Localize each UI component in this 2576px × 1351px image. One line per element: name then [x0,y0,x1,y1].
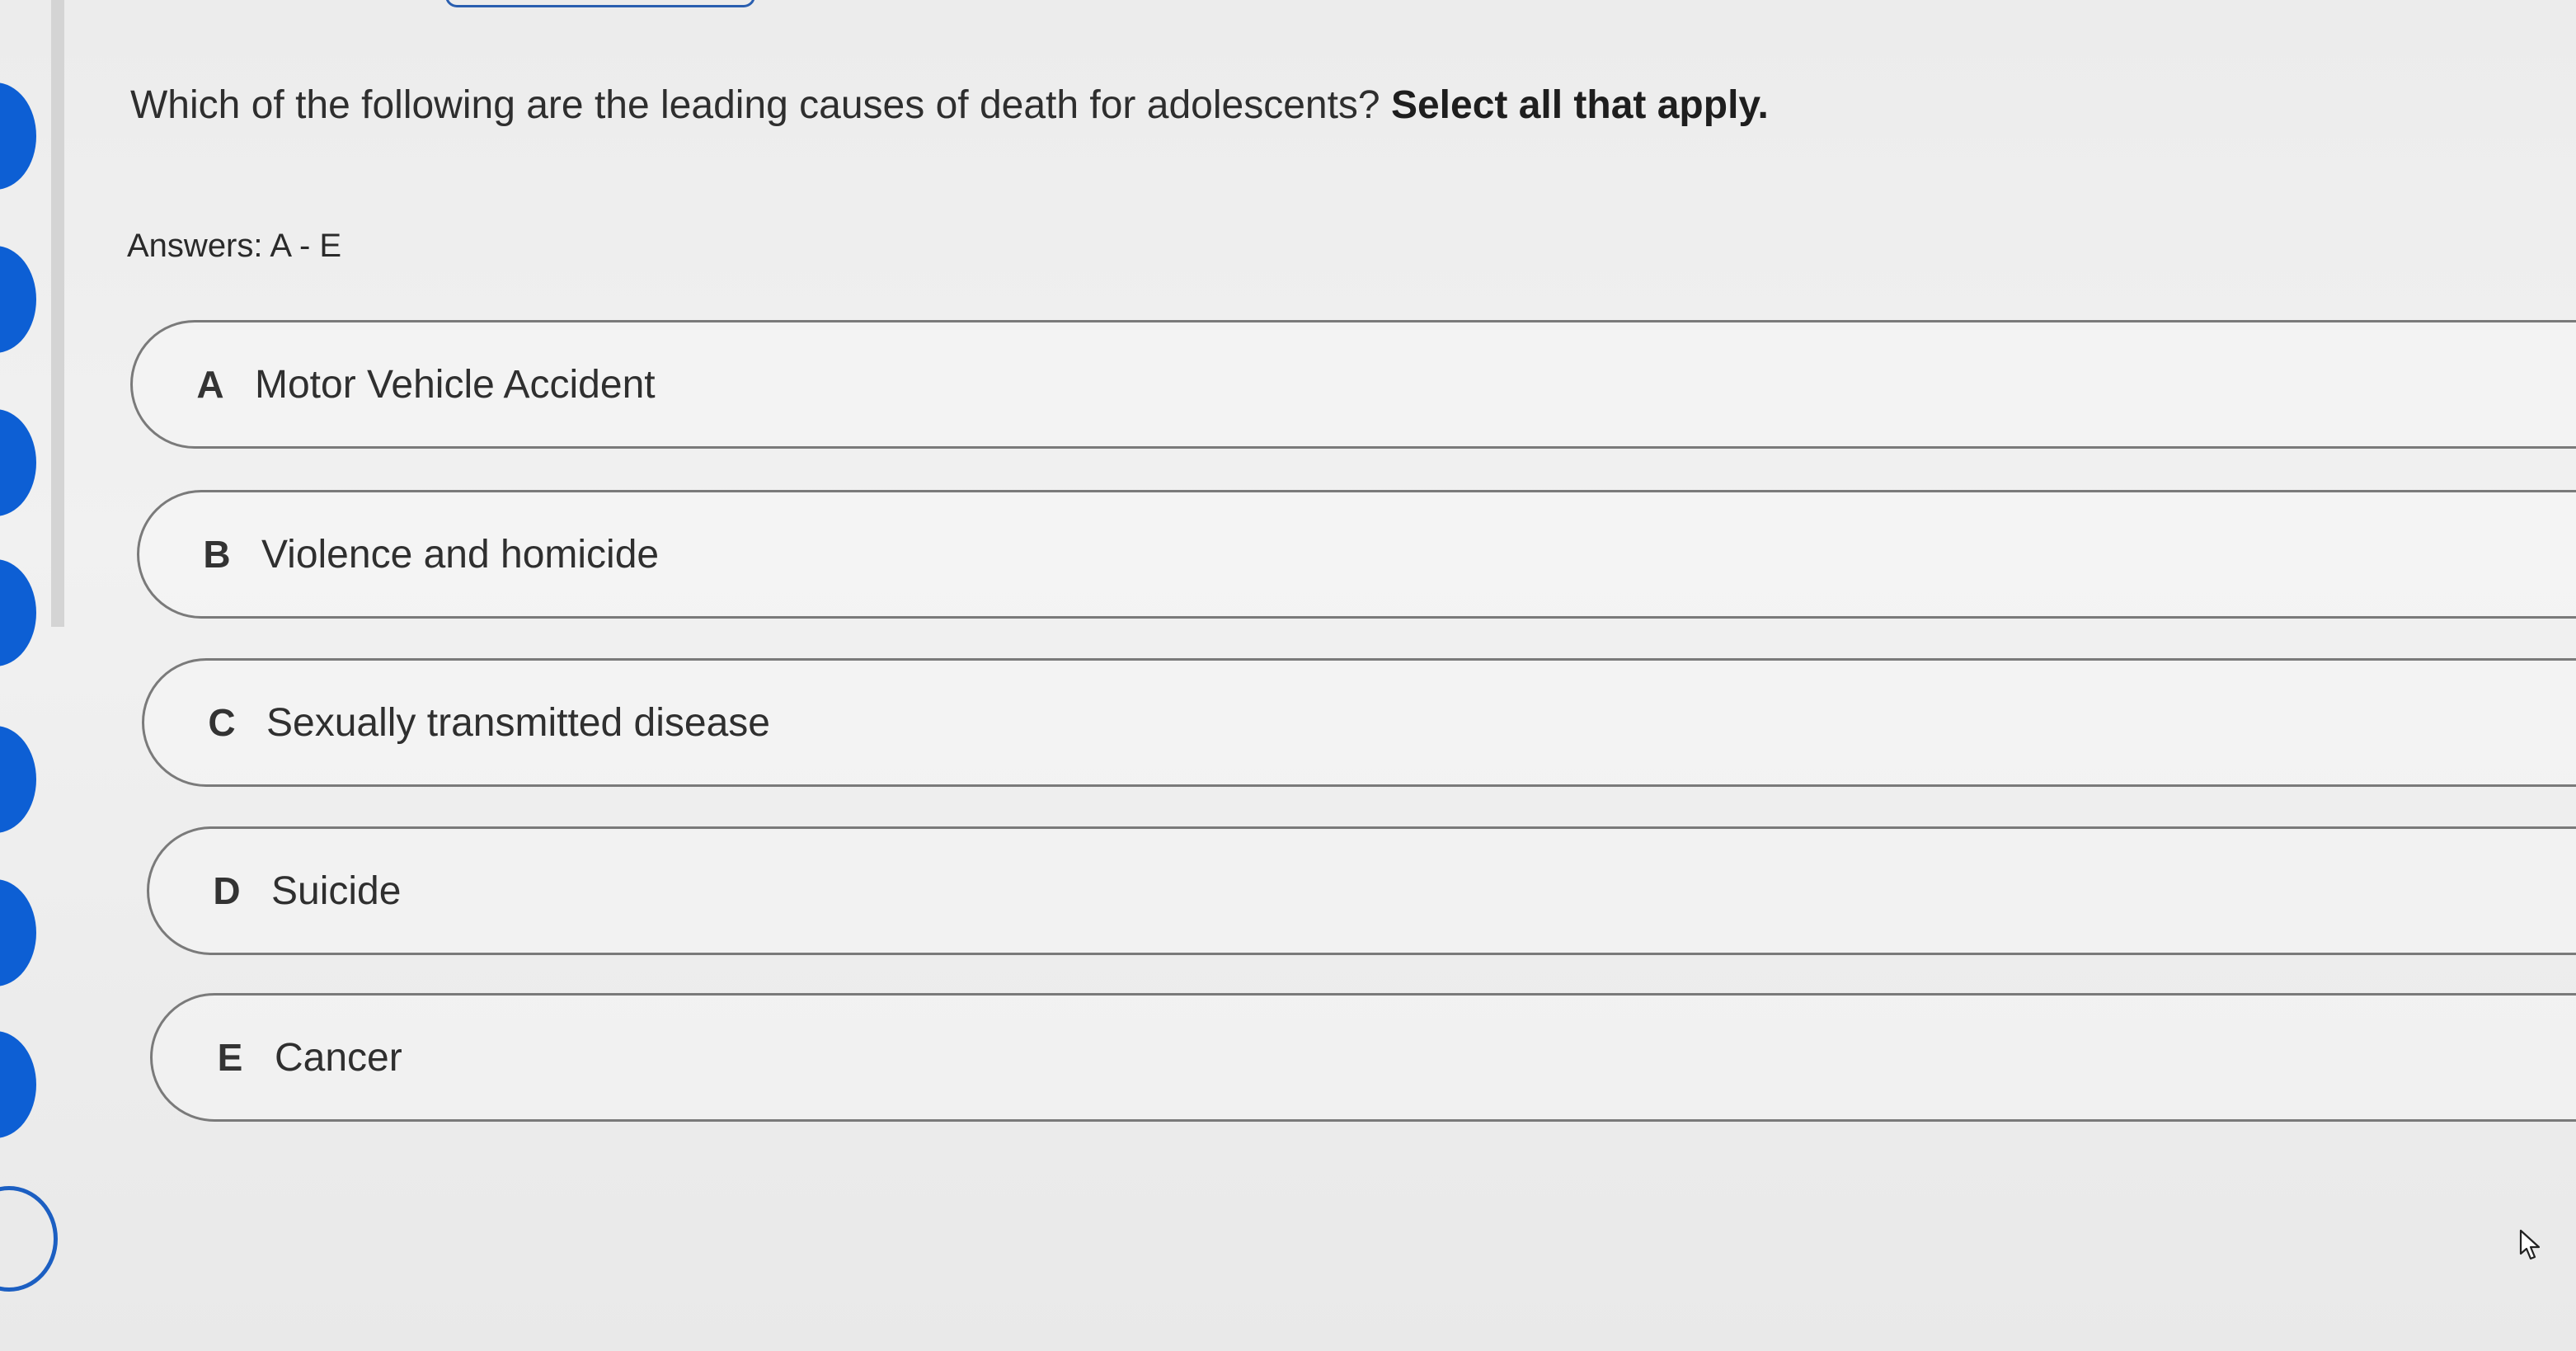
option-letter: B [203,533,231,576]
option-letter: E [217,1036,243,1079]
question-text: Which of the following are the leading c… [130,79,1769,132]
option-label: Sexually transmitted disease [266,700,770,745]
option-c[interactable]: C Sexually transmitted disease [142,658,2576,787]
question-prompt: Which of the following are the leading c… [130,83,1380,127]
question-nav-dot[interactable] [0,559,36,666]
question-nav-dot[interactable] [0,246,36,353]
answers-hint: Answers: A - E [127,228,342,264]
option-b[interactable]: B Violence and homicide [137,490,2576,619]
question-instruction: Select all that apply. [1390,83,1769,127]
option-label: Suicide [271,868,402,913]
question-nav-dot-current[interactable] [0,1186,58,1292]
option-label: Motor Vehicle Accident [255,362,656,407]
option-letter: D [213,869,241,912]
question-nav-dot[interactable] [0,879,36,986]
question-nav-dot[interactable] [0,1031,36,1138]
quiz-screen: Which of the following are the leading c… [0,0,2576,1351]
scrollbar[interactable] [51,0,64,627]
option-d[interactable]: D Suicide [147,826,2576,955]
question-nav-dot[interactable] [0,409,36,516]
option-letter: A [196,363,224,406]
question-nav-dot[interactable] [0,726,36,833]
option-label: Violence and homicide [261,532,660,577]
option-letter: C [208,701,236,744]
top-tab-edge[interactable] [445,0,755,7]
option-label: Cancer [275,1035,402,1080]
mouse-pointer-icon [2519,1229,2541,1260]
question-nav-dot[interactable] [0,82,36,190]
option-e[interactable]: E Cancer [150,993,2576,1122]
option-a[interactable]: A Motor Vehicle Accident [130,320,2576,449]
